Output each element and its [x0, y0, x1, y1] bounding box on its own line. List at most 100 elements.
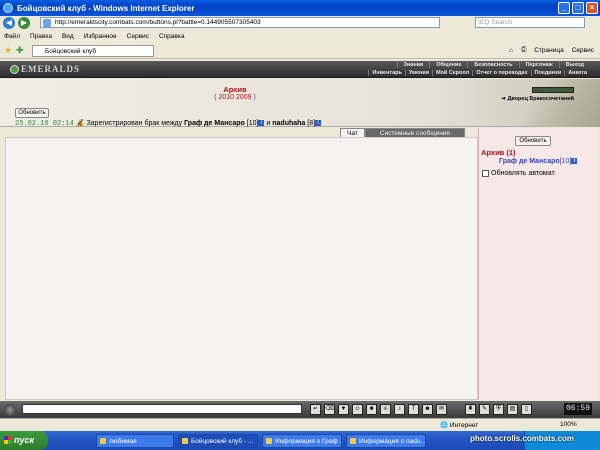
music-icon[interactable]: ♪ — [394, 404, 405, 415]
tools-menu[interactable]: Сервис — [572, 47, 594, 54]
tools-icon[interactable]: ✎ — [479, 404, 490, 415]
favorites-star-icon[interactable]: ★ — [4, 45, 12, 56]
address-text: http://emeraldscity.combats.com/buttons.… — [55, 19, 261, 26]
emerald-icon — [10, 65, 19, 75]
menu-transfers[interactable]: Отчет о переводах — [472, 70, 530, 76]
info-icon[interactable]: i — [258, 120, 265, 127]
chat-tabs: Чат Системные сообщения — [340, 128, 465, 137]
face-icon[interactable]: ☻ — [422, 404, 433, 415]
log-level2: [8] — [307, 120, 316, 127]
panel-title: Архив (1) — [481, 148, 516, 157]
right-panel: Обновить Архив (1) Граф де Мансаро[10] i … — [478, 128, 598, 400]
clear-icon[interactable]: ⌫ — [324, 404, 335, 415]
mail-icon[interactable]: ✉ — [436, 404, 447, 415]
window-title: Бойцовский клуб - Windows Internet Explo… — [17, 3, 195, 13]
log-level1: [10] — [246, 120, 259, 127]
address-input[interactable]: http://emeraldscity.combats.com/buttons.… — [40, 17, 440, 28]
menu-my-scroll[interactable]: Мой Скролл — [432, 70, 472, 76]
panel-refresh-button[interactable]: Обновить — [515, 136, 551, 146]
maximize-button[interactable]: □ — [572, 2, 584, 14]
taskbar-item[interactable]: Информация о nadu... — [346, 433, 426, 448]
menu-bar: Файл Правка Вид Избранное Сервис Справка — [0, 31, 600, 42]
game-logo-text: EMERALDS — [21, 64, 81, 74]
game-menu-top: Знания Общение Безопасность Персонаж Вых… — [396, 62, 591, 68]
command-bar: ⌂ ⎙ Страница Сервис — [509, 46, 594, 54]
archive-years-link[interactable]: 2010 2009 — [218, 94, 251, 101]
refresh-button[interactable]: Обновить — [15, 108, 49, 118]
address-bar: ◀ ▶ http://emeraldscity.combats.com/butt… — [0, 16, 600, 30]
chat-input[interactable] — [22, 404, 302, 414]
ie-icon — [3, 3, 13, 13]
search-input[interactable]: ICQ Search — [475, 17, 585, 28]
tab-system[interactable]: Системные сообщения — [364, 128, 465, 137]
panel-user[interactable]: Граф де Мансаро[10] i — [499, 158, 578, 165]
menu-inventory[interactable]: Инвентарь — [368, 70, 404, 76]
menu-security[interactable]: Безопасность — [467, 62, 518, 68]
minimize-button[interactable]: _ — [558, 2, 570, 14]
menu-file[interactable]: Файл — [4, 33, 20, 40]
palace-indicator — [532, 87, 574, 93]
menu-favorites[interactable]: Избранное — [84, 33, 117, 40]
chat-toolbar: ↵ ⌫ ▼ ☺ ■ ⚔ ♪ T ☻ ✉ — [310, 404, 447, 415]
home-icon[interactable]: ⌂ — [509, 47, 513, 54]
watermark: photo.scrolls.combats.com — [470, 434, 575, 443]
taskbar-item[interactable]: Бойцовский клуб - ... — [178, 433, 258, 448]
game-topbar: EMERALDS Знания Общение Безопасность Пер… — [0, 61, 600, 78]
menu-edit[interactable]: Правка — [30, 33, 52, 40]
start-button[interactable]: пуск — [0, 431, 48, 450]
chat-area[interactable] — [5, 137, 478, 400]
tab-chat[interactable]: Чат — [340, 128, 365, 137]
archive-years: ( 2010 2009 ) — [214, 94, 256, 101]
panel-user-level: [10] — [559, 158, 572, 165]
taskbar-item[interactable]: Информация о Граф ... — [262, 433, 342, 448]
browser-tab-label: Бойцовский клуб — [45, 48, 97, 55]
game-menu-bottom: Инвентарь Умения Мой Скролл Отчет о пере… — [368, 70, 590, 76]
menu-profile[interactable]: Анкета — [564, 70, 590, 76]
enter-icon[interactable]: ↵ — [310, 404, 321, 415]
back-button[interactable]: ◀ — [3, 17, 15, 29]
menu-battles[interactable]: Поединки — [530, 70, 565, 76]
translit-icon[interactable]: T — [408, 404, 419, 415]
book-icon[interactable]: ▤ — [507, 404, 518, 415]
page-icon — [43, 19, 51, 27]
shield-icon[interactable]: ⛨ — [493, 404, 504, 415]
menu-help[interactable]: Справка — [159, 33, 185, 40]
menu-character[interactable]: Персонаж — [518, 62, 559, 68]
log-entry: 25.02.10 02:14 🔏 Зарегистрирован брак ме… — [15, 119, 322, 128]
auto-refresh-label: Обновлять автомат. — [491, 170, 556, 177]
log-person2[interactable]: naduhaha — [272, 120, 305, 127]
menu-tools[interactable]: Сервис — [127, 33, 149, 40]
palace-link[interactable]: ➜ Дворец Бракосочетаний — [501, 96, 574, 102]
log-person1[interactable]: Граф де Мансаро — [184, 120, 245, 127]
palace-link-label: Дворец Бракосочетаний — [507, 96, 574, 102]
panel-user-name: Граф де Мансаро — [499, 158, 560, 165]
auto-refresh[interactable]: Обновлять автомат. — [482, 170, 556, 177]
door-icon[interactable]: ▯ — [521, 404, 532, 415]
save-icon[interactable]: ■ — [366, 404, 377, 415]
menu-knowledge[interactable]: Знания — [396, 62, 430, 68]
filter-icon[interactable]: ▼ — [338, 404, 349, 415]
info-icon[interactable]: i — [571, 158, 578, 165]
print-icon[interactable]: ⎙ — [521, 46, 526, 54]
taskbar-item[interactable]: любимая — [96, 433, 174, 448]
zoom-level[interactable]: 100% — [560, 421, 577, 428]
info-icon[interactable]: i — [315, 120, 322, 127]
bag-icon[interactable]: ♜ — [465, 404, 476, 415]
forward-button[interactable]: ▶ — [18, 17, 30, 29]
fight-icon[interactable]: ⚔ — [380, 404, 391, 415]
auto-refresh-checkbox[interactable] — [482, 170, 489, 177]
smile-icon[interactable]: ☺ — [352, 404, 363, 415]
menu-exit[interactable]: Выход — [558, 62, 590, 68]
page-menu[interactable]: Страница — [534, 47, 563, 54]
browser-tab[interactable]: Бойцовский клуб — [32, 45, 154, 57]
close-button[interactable]: × — [586, 2, 598, 14]
status-bar: 🌐 Интернет 100% — [0, 418, 600, 431]
menu-communication[interactable]: Общение — [429, 62, 467, 68]
favorites-bar: ★ ✚ Бойцовский клуб ⌂ ⎙ Страница Сервис — [0, 43, 600, 59]
window-controls: _ □ × — [558, 2, 598, 14]
marriage-icon: 🔏 — [75, 120, 85, 127]
menu-view[interactable]: Вид — [62, 33, 74, 40]
menu-skills[interactable]: Умения — [404, 70, 432, 76]
add-favorite-icon[interactable]: ✚ — [16, 45, 24, 56]
log-conj: и — [266, 120, 271, 127]
